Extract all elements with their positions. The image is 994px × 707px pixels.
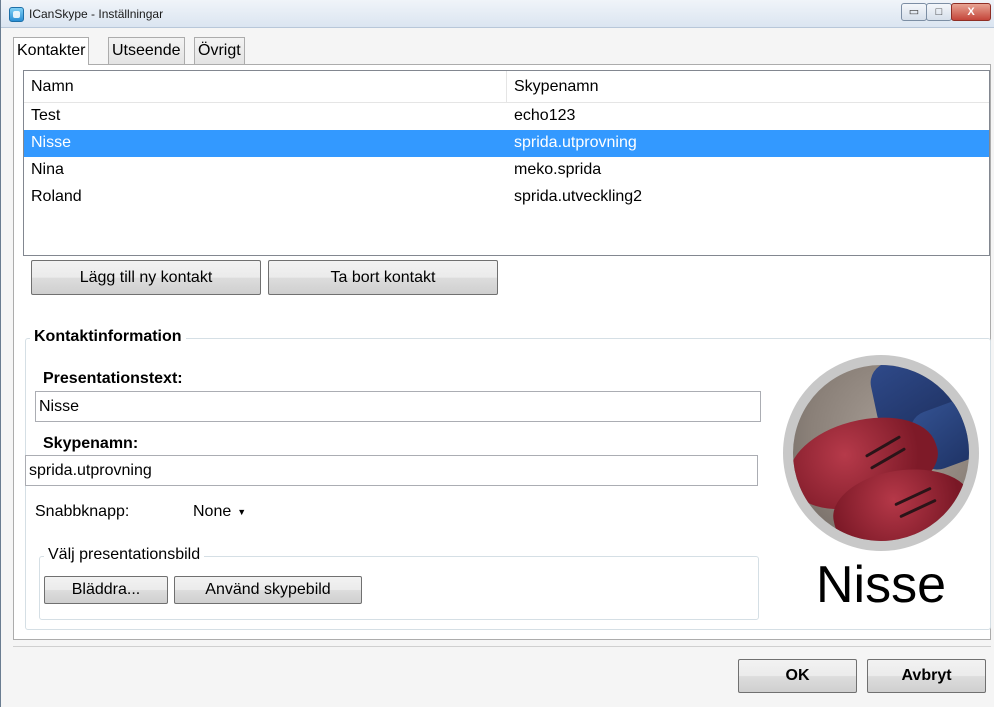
tab-kontakter[interactable]: Kontakter	[13, 37, 90, 65]
ok-button[interactable]: OK	[738, 659, 857, 693]
column-header-name[interactable]: Namn	[31, 78, 74, 96]
contact-row-test[interactable]: Test echo123	[24, 103, 989, 130]
contact-skypename: echo123	[514, 107, 576, 124]
avatar	[783, 355, 979, 551]
column-divider[interactable]	[506, 71, 507, 102]
add-contact-button[interactable]: Lägg till ny kontakt	[31, 260, 261, 295]
contact-skypename: sprida.utveckling2	[514, 188, 643, 205]
hotkey-dropdown[interactable]: None ▼	[193, 503, 246, 521]
contact-name: Test	[31, 107, 61, 124]
close-button[interactable]: X	[951, 3, 991, 21]
skypename-label: Skypenamn:	[43, 435, 139, 452]
contact-info-title: Kontaktinformation	[30, 328, 186, 346]
minimize-icon: ▭	[908, 6, 920, 18]
contact-skypename: meko.sprida	[514, 161, 602, 178]
maximize-icon: □	[935, 6, 943, 18]
minimize-button[interactable]: ▭	[901, 3, 927, 21]
browse-button[interactable]: Bläddra...	[44, 576, 168, 604]
contact-row-roland[interactable]: Roland sprida.utveckling2	[24, 184, 989, 211]
close-icon: X	[967, 6, 975, 18]
app-icon	[9, 7, 24, 22]
remove-contact-button[interactable]: Ta bort kontakt	[268, 260, 498, 295]
avatar-photo	[793, 365, 969, 541]
picture-group-title: Välj presentationsbild	[44, 546, 205, 564]
contact-row-nisse[interactable]: Nisse sprida.utprovning	[24, 130, 989, 157]
presentation-text-label: Presentationstext:	[43, 370, 183, 387]
tab-utseende[interactable]: Utseende	[108, 37, 185, 64]
contact-skypename: sprida.utprovning	[514, 134, 637, 151]
use-skype-picture-button[interactable]: Använd skypebild	[174, 576, 362, 604]
contact-name: Nisse	[31, 134, 72, 151]
skypename-input[interactable]: sprida.utprovning	[25, 455, 758, 486]
column-header-skypename[interactable]: Skypenamn	[514, 78, 599, 96]
chevron-down-icon: ▼	[237, 506, 247, 517]
contact-name: Roland	[31, 188, 82, 205]
hotkey-label: Snabbknapp:	[35, 503, 130, 520]
presentation-text-input[interactable]: Nisse	[35, 391, 761, 422]
tab-ovrigt[interactable]: Övrigt	[194, 37, 245, 64]
window-title: ICanSkype - Inställningar	[29, 7, 164, 21]
hotkey-value: None	[193, 503, 232, 520]
settings-window: ICanSkype - Inställningar ▭ □ X Kontakte…	[0, 0, 994, 707]
bottom-separator	[13, 646, 991, 647]
avatar-display-name: Nisse	[815, 556, 947, 614]
contacts-list[interactable]: Namn Skypenamn Test echo123 Nisse sprida…	[23, 70, 990, 256]
contact-row-nina[interactable]: Nina meko.sprida	[24, 157, 989, 184]
title-bar[interactable]: ICanSkype - Inställningar ▭ □ X	[1, 0, 994, 28]
cancel-button[interactable]: Avbryt	[867, 659, 986, 693]
contact-name: Nina	[31, 161, 64, 178]
list-header: Namn Skypenamn	[24, 71, 989, 103]
maximize-button[interactable]: □	[926, 3, 952, 21]
